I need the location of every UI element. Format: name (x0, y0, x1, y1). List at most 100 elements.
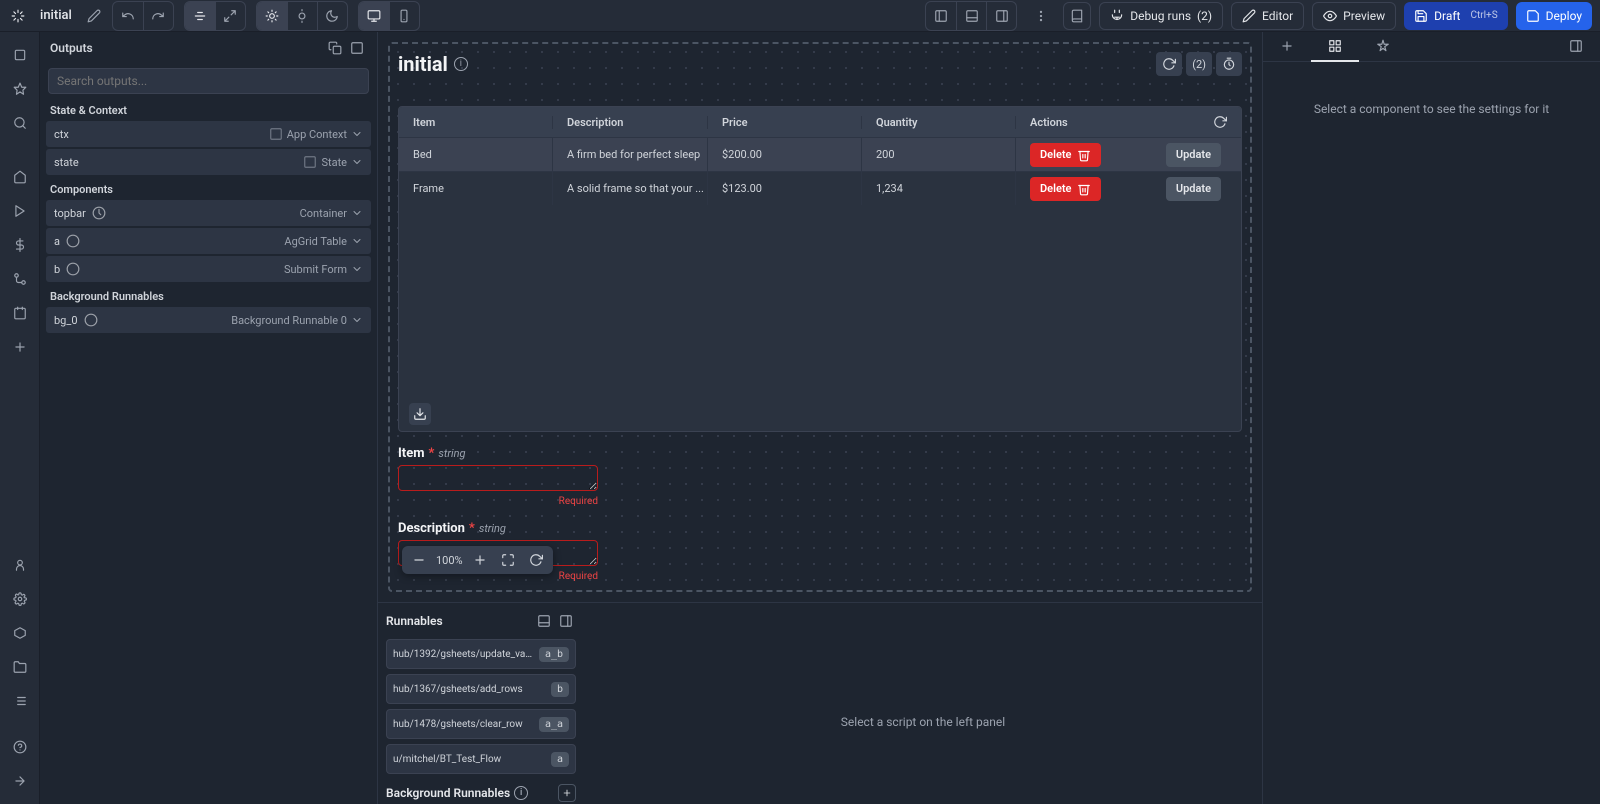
tab-style[interactable] (1359, 32, 1407, 62)
zoom-fit-button[interactable] (497, 549, 519, 571)
tab-add[interactable] (1263, 32, 1311, 62)
canvas-count-badge[interactable]: (2) (1186, 52, 1212, 76)
tab-component[interactable] (1311, 32, 1359, 62)
theme-auto-button[interactable] (287, 2, 317, 30)
table-refresh-icon[interactable] (1213, 115, 1227, 129)
redo-button[interactable] (143, 2, 173, 30)
runnable-item[interactable]: hub/1367/gsheets/add_rowsb (386, 674, 576, 704)
bg-row-0[interactable]: bg_0 Background Runnable 0 (46, 307, 371, 333)
rail-add-icon[interactable] (5, 332, 35, 362)
update-button[interactable]: Update (1166, 143, 1221, 167)
topbar: initial Debu (0, 0, 1600, 32)
layout-right-button[interactable] (986, 2, 1016, 30)
table-row[interactable]: Bed A firm bed for perfect sleep $200.00… (399, 137, 1241, 171)
bg-runnables-subtitle: Background Runnables (386, 786, 510, 800)
rail-flow-icon[interactable] (5, 264, 35, 294)
rail-calendar-icon[interactable] (5, 298, 35, 328)
info-icon[interactable]: i (514, 786, 528, 800)
book-button[interactable] (1063, 2, 1091, 30)
runnable-item[interactable]: hub/1392/gsheets/update_val...a_b (386, 639, 576, 669)
canvas-title: initial (398, 52, 448, 76)
page-title: initial (40, 8, 72, 23)
expand-button[interactable] (215, 2, 245, 30)
data-table: Item Description Price Quantity Actions … (398, 106, 1242, 432)
canvas-timer-icon[interactable] (1216, 52, 1242, 76)
nav-rail (0, 32, 40, 804)
rail-home2-icon[interactable] (5, 162, 35, 192)
trash-icon (1077, 182, 1091, 196)
rail-star-icon[interactable] (5, 74, 35, 104)
th-actions: Actions (1016, 115, 1241, 129)
outputs-copy-icon[interactable] (325, 38, 345, 58)
edit-title-icon[interactable] (80, 2, 108, 30)
runnable-item[interactable]: hub/1478/gsheets/clear_rowa_a (386, 709, 576, 739)
table-row[interactable]: Frame A solid frame so that your ... $12… (399, 171, 1241, 205)
rail-package-icon[interactable] (5, 618, 35, 648)
zoom-refresh-button[interactable] (525, 549, 547, 571)
layout-bottom-button[interactable] (956, 2, 986, 30)
download-icon[interactable] (409, 403, 431, 425)
th-desc[interactable]: Description (553, 116, 708, 129)
bottom-panel: Runnables hub/1392/gsheets/update_val...… (378, 602, 1262, 804)
deploy-button[interactable]: Deploy (1516, 2, 1592, 30)
runnables-layout2-icon[interactable] (556, 611, 576, 631)
state-context-title: State & Context (40, 98, 377, 121)
runnables-title: Runnables (386, 614, 443, 628)
rail-collapse-icon[interactable] (5, 766, 35, 796)
theme-light-button[interactable] (257, 2, 287, 30)
item-input[interactable] (398, 465, 598, 491)
th-qty[interactable]: Quantity (862, 116, 1016, 129)
th-price[interactable]: Price (708, 116, 862, 129)
rail-list-icon[interactable] (5, 686, 35, 716)
rail-home-icon[interactable] (5, 40, 35, 70)
rail-search-icon[interactable] (5, 108, 35, 138)
component-row-b[interactable]: b Submit Form (46, 256, 371, 282)
rail-folder-icon[interactable] (5, 652, 35, 682)
search-outputs-input[interactable] (48, 68, 369, 94)
info-icon[interactable]: i (454, 57, 468, 71)
components-title: Components (40, 177, 377, 200)
outputs-title: Outputs (50, 41, 93, 55)
rail-settings-icon[interactable] (5, 584, 35, 614)
rail-user-icon[interactable] (5, 550, 35, 580)
canvas: initial i (2) Item (378, 32, 1262, 602)
more-menu-button[interactable] (1027, 2, 1055, 30)
update-button[interactable]: Update (1166, 177, 1221, 201)
canvas-refresh-icon[interactable] (1156, 52, 1182, 76)
component-row-a[interactable]: a AgGrid Table (46, 228, 371, 254)
theme-dark-button[interactable] (317, 2, 347, 30)
undo-button[interactable] (113, 2, 143, 30)
th-item[interactable]: Item (399, 116, 553, 129)
zoom-out-button[interactable] (408, 549, 430, 571)
component-row-topbar[interactable]: topbar Container (46, 200, 371, 226)
mobile-view-button[interactable] (389, 2, 419, 30)
zoom-in-button[interactable] (469, 549, 491, 571)
state-row-state[interactable]: state State (46, 149, 371, 175)
align-center-button[interactable] (185, 2, 215, 30)
desktop-view-button[interactable] (359, 2, 389, 30)
rail-play-icon[interactable] (5, 196, 35, 226)
tab-panel-icon[interactable] (1552, 32, 1600, 62)
state-row-ctx[interactable]: ctx App Context (46, 121, 371, 147)
rail-dollar-icon[interactable] (5, 230, 35, 260)
preview-button[interactable]: Preview (1312, 2, 1396, 30)
draft-button[interactable]: Draft Ctrl+S (1404, 2, 1508, 30)
add-bg-runnable-button[interactable] (558, 784, 576, 802)
delete-button[interactable]: Delete (1030, 177, 1101, 201)
bg-runnables-title: Background Runnables (40, 284, 377, 307)
layout-left-button[interactable] (926, 2, 956, 30)
editor-button[interactable]: Editor (1231, 2, 1304, 30)
rail-help-icon[interactable] (5, 732, 35, 762)
runnables-layout1-icon[interactable] (534, 611, 554, 631)
required-msg: Required (398, 496, 598, 507)
outputs-close-icon[interactable] (347, 38, 367, 58)
delete-button[interactable]: Delete (1030, 143, 1101, 167)
app-logo (8, 6, 28, 26)
settings-panel: Select a component to see the settings f… (1262, 32, 1600, 804)
script-placeholder: Select a script on the left panel (584, 603, 1262, 804)
zoom-value: 100% (436, 554, 463, 567)
runnable-item[interactable]: u/mitchel/BT_Test_Flowa (386, 744, 576, 774)
outputs-panel: Outputs State & Context ctx App Context … (40, 32, 378, 804)
debug-runs-button[interactable]: Debug runs (2) (1099, 2, 1223, 30)
trash-icon (1077, 148, 1091, 162)
